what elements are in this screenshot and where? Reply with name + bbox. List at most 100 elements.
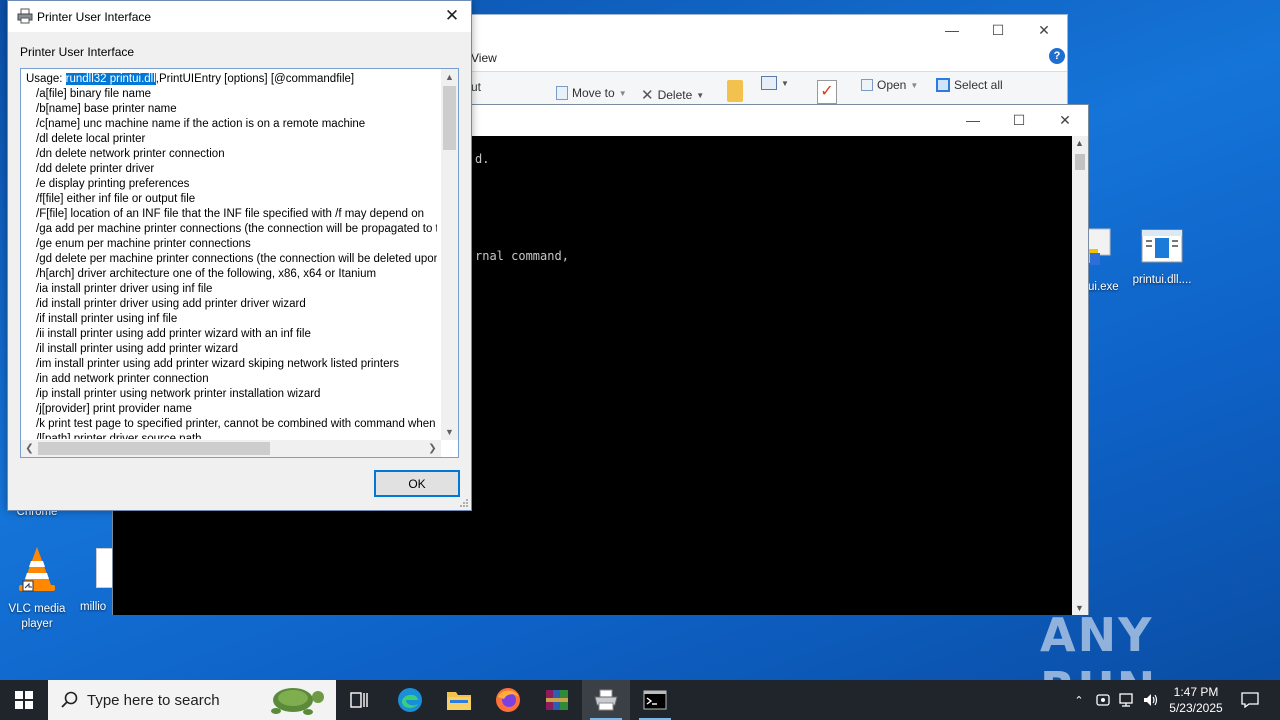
- desktop: Chrome VLC media player millio ui.exe pr…: [0, 0, 1280, 680]
- chevron-down-icon: ▼: [910, 80, 919, 90]
- windows-logo-icon: [15, 691, 33, 709]
- taskbar: Type here to search ⌃ 1:47 PM 5/23/2025: [0, 680, 1280, 720]
- usage-line: /ii install printer using add printer wi…: [36, 328, 311, 340]
- usage-line: /dn delete network printer connection: [36, 148, 225, 160]
- usage-line: /im install printer using add printer wi…: [36, 358, 400, 370]
- tray-clock[interactable]: 1:47 PM 5/23/2025: [1164, 680, 1228, 720]
- select-all-label: Select all: [954, 78, 1003, 92]
- cut-label: ut: [471, 80, 482, 94]
- window-controls: — ☐ ✕: [950, 105, 1088, 135]
- usage-line: /gd delete per machine printer connectio…: [36, 253, 437, 265]
- network-icon: [1119, 693, 1133, 707]
- new-folder-icon[interactable]: [727, 80, 743, 102]
- notifications-button[interactable]: [1232, 680, 1268, 720]
- edge-icon: [398, 688, 422, 712]
- usage-line: /b[name] base printer name: [36, 103, 177, 115]
- move-to-button[interactable]: Move to ▼: [556, 86, 627, 100]
- desktop-icon-printui[interactable]: printui.dll....: [1124, 228, 1200, 288]
- group-label: Printer User Interface: [20, 45, 135, 59]
- chevron-up-icon: ⌃: [1074, 694, 1084, 707]
- taskbar-edge[interactable]: [386, 680, 434, 720]
- close-button[interactable]: ✕: [1021, 15, 1067, 45]
- usage-line: /ip install printer using network printe…: [36, 388, 321, 400]
- firefox-icon: [496, 688, 520, 712]
- desktop-icon-label: ui.exe: [1088, 281, 1119, 293]
- usage-textbox[interactable]: Usage: rundll32 printui.dll,PrintUIEntry…: [20, 68, 459, 458]
- console-line: d.: [475, 152, 490, 166]
- tray-volume-icon[interactable]: [1140, 680, 1162, 720]
- scroll-up-icon[interactable]: ▲: [1075, 138, 1084, 148]
- task-view-icon: [350, 692, 368, 708]
- desktop-icon-label: printui.dll....: [1132, 274, 1192, 286]
- file-explorer-window[interactable]: — ☐ ✕ View ? ut Move to ▼ ✕ Delete ▼ ▼ ✓…: [430, 14, 1068, 115]
- ok-button[interactable]: OK: [374, 470, 460, 497]
- usage-line: /c[name] unc machine name if the action …: [36, 118, 366, 130]
- show-hidden-icons[interactable]: ⌃: [1068, 680, 1090, 720]
- console-line: rnal command,: [475, 249, 569, 263]
- dialog-titlebar[interactable]: Printer User Interface ✕: [8, 1, 471, 32]
- tray-network-icon[interactable]: [1116, 680, 1138, 720]
- move-to-icon: [556, 86, 568, 100]
- scroll-up-icon[interactable]: ▲: [441, 69, 458, 85]
- scrollbar-thumb[interactable]: [1075, 154, 1085, 170]
- usage-line: /j[provider] print provider name: [36, 403, 192, 415]
- usage-line: /in add network printer connection: [36, 373, 209, 385]
- clock-time: 1:47 PM: [1173, 685, 1219, 699]
- folder-icon: [447, 692, 471, 710]
- desktop-icon-label: VLC media player: [8, 603, 66, 630]
- start-button[interactable]: [0, 680, 48, 720]
- taskbar-winrar[interactable]: [533, 680, 581, 720]
- usage-line: /il install printer using add printer wi…: [36, 343, 238, 355]
- clock-date: 5/23/2025: [1169, 701, 1223, 715]
- copy-path-icon[interactable]: ▼: [761, 76, 789, 90]
- taskbar-search[interactable]: Type here to search: [48, 680, 336, 720]
- chevron-down-icon: ▼: [618, 88, 627, 98]
- scroll-down-icon[interactable]: ▼: [441, 424, 458, 440]
- usage-line: /ia install printer driver using inf fil…: [36, 283, 213, 295]
- properties-icon[interactable]: ✓: [817, 80, 837, 104]
- winrar-icon: [546, 690, 568, 710]
- usage-line: /f[file] either inf file or output file: [36, 193, 196, 205]
- printer-icon: [594, 689, 618, 711]
- usage-line: /l[path] printer driver source path: [36, 433, 202, 439]
- usage-line: /dd delete printer driver: [36, 163, 155, 175]
- tab-view[interactable]: View: [471, 51, 497, 65]
- open-button[interactable]: Open ▼: [861, 78, 918, 92]
- scroll-left-icon[interactable]: ❮: [21, 440, 38, 457]
- search-placeholder: Type here to search: [87, 691, 220, 709]
- taskbar-printer-ui[interactable]: [582, 680, 630, 720]
- vertical-scrollbar[interactable]: ▲ ▼: [441, 69, 458, 440]
- task-view-button[interactable]: [336, 680, 384, 720]
- console-scrollbar[interactable]: ▲ ▼: [1072, 136, 1088, 615]
- desktop-icon-vlc[interactable]: VLC media player: [0, 545, 74, 632]
- select-all-button[interactable]: Select all: [936, 78, 1003, 92]
- close-button[interactable]: ✕: [1042, 105, 1088, 135]
- help-icon[interactable]: ?: [1049, 48, 1065, 64]
- usage-prefix: Usage:: [26, 73, 66, 85]
- chevron-down-icon: ▼: [696, 90, 705, 100]
- printer-ui-dialog[interactable]: Printer User Interface ✕ Printer User In…: [7, 0, 472, 511]
- minimize-button[interactable]: —: [950, 105, 996, 135]
- close-icon[interactable]: ✕: [437, 1, 467, 31]
- usage-line: /a[file] binary file name: [36, 88, 152, 100]
- scroll-right-icon[interactable]: ❯: [424, 440, 441, 457]
- usage-line: Usage: rundll32 printui.dll,PrintUIEntry…: [26, 72, 437, 87]
- scrollbar-thumb[interactable]: [38, 442, 270, 455]
- taskbar-cmd[interactable]: [631, 680, 679, 720]
- usage-line: /id install printer driver using add pri…: [36, 298, 306, 310]
- delete-button[interactable]: ✕ Delete ▼: [641, 86, 704, 104]
- taskbar-file-explorer[interactable]: [435, 680, 483, 720]
- tray-device-icon[interactable]: [1092, 680, 1114, 720]
- delete-label: Delete: [657, 88, 693, 102]
- horizontal-scrollbar[interactable]: ❮ ❯: [21, 440, 441, 457]
- usage-line: /F[file] location of an INF file that th…: [36, 208, 424, 220]
- minimize-button[interactable]: —: [929, 15, 975, 45]
- taskbar-firefox[interactable]: [484, 680, 532, 720]
- scrollbar-thumb[interactable]: [443, 86, 456, 150]
- cut-button[interactable]: ut: [471, 80, 481, 94]
- maximize-button[interactable]: ☐: [975, 15, 1021, 45]
- maximize-button[interactable]: ☐: [996, 105, 1042, 135]
- resize-grip-icon[interactable]: [459, 498, 469, 508]
- cmd-icon: [643, 690, 667, 710]
- usage-line: /ge enum per machine printer connections: [36, 238, 251, 250]
